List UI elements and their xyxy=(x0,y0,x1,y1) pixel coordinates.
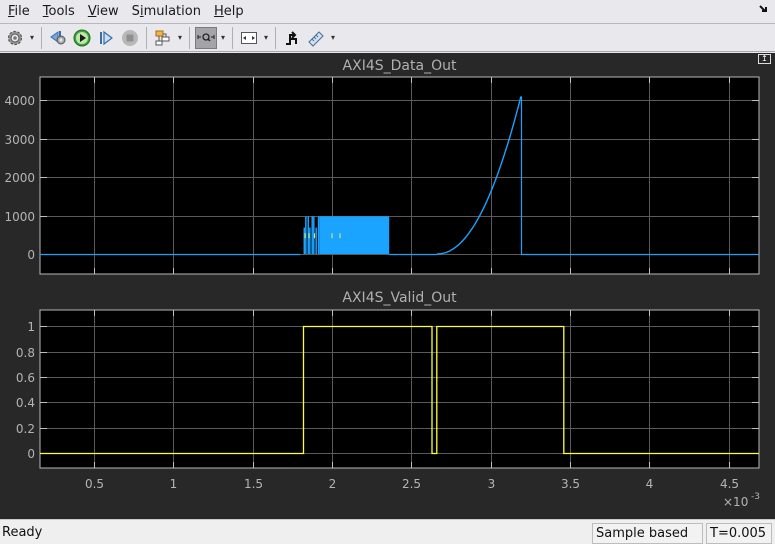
plot-title: AXI4S_Valid_Out xyxy=(342,290,457,306)
stop-icon xyxy=(122,29,138,46)
y-tick-label: 0.4 xyxy=(16,396,35,410)
y-tick-label: 0.6 xyxy=(16,371,35,385)
x-tick-label: 2.5 xyxy=(402,477,421,491)
menu-help[interactable]: Help xyxy=(213,4,245,19)
toolbar-separator xyxy=(146,26,147,49)
trigger-icon xyxy=(286,30,297,45)
block-highlight-icon xyxy=(155,30,170,45)
scope-display: ↥ AXI4S_Data_Out 0 1000 2000 3000 4000 AXI4S_V… xyxy=(0,53,775,519)
y-tick-label: 2000 xyxy=(4,171,35,185)
play-icon xyxy=(73,29,91,46)
y-tick-label: 0 xyxy=(27,248,35,262)
menu-view[interactable]: View xyxy=(87,4,120,19)
measurements-button[interactable] xyxy=(305,27,327,49)
step-back-button[interactable] xyxy=(47,27,69,49)
menu-tools[interactable]: Tools xyxy=(42,4,76,19)
step-forward-button[interactable] xyxy=(95,27,117,49)
stop-button[interactable] xyxy=(119,27,141,49)
x-tick-label: 3 xyxy=(488,477,496,491)
y-tick-label: 3000 xyxy=(4,133,35,147)
y-tick-label: 0.2 xyxy=(16,422,35,436)
menu-view-label: iew xyxy=(96,3,119,19)
zoom-icon xyxy=(197,32,215,42)
toolbar: ▾ ▾ ▾ ▾ ▾ xyxy=(0,23,775,52)
undock-arrow-icon[interactable] xyxy=(759,5,769,18)
x-exponent-power: -3 xyxy=(751,492,760,502)
plot-area xyxy=(39,76,760,275)
menu-help-mnemonic: H xyxy=(213,3,224,19)
data-burst-block xyxy=(319,216,390,254)
status-text: Ready xyxy=(2,525,43,540)
autoscale-button[interactable] xyxy=(238,27,260,49)
triggers-button[interactable] xyxy=(281,27,303,49)
menu-simulation[interactable]: Simulation xyxy=(131,4,202,19)
zoom-dropdown[interactable]: ▾ xyxy=(218,33,228,42)
gear-icon xyxy=(7,30,23,45)
status-bar: Ready Sample based T=0.005 xyxy=(0,519,775,544)
x-tick-label: 1.5 xyxy=(244,477,263,491)
toolbar-separator xyxy=(275,26,276,49)
x-tick-label: 0.5 xyxy=(85,477,104,491)
scope-plots: AXI4S_Data_Out 0 1000 2000 3000 4000 AXI4S_Val… xyxy=(4,58,760,509)
x-tick-label: 1 xyxy=(170,477,178,491)
toolbar-separator xyxy=(232,26,233,49)
autoscale-icon xyxy=(241,31,257,44)
x-exponent-label: ×10 xyxy=(723,495,748,509)
y-tick-label: 0.8 xyxy=(16,346,35,360)
ruler-icon xyxy=(308,30,324,47)
x-tick-label: 2 xyxy=(329,477,337,491)
y-tick-label: 4000 xyxy=(4,94,35,108)
axes-data-out: AXI4S_Data_Out 0 1000 2000 3000 4000 xyxy=(4,58,760,275)
y-tick-label: 1 xyxy=(27,320,35,334)
configuration-dropdown[interactable]: ▾ xyxy=(27,33,37,42)
menu-tools-label: ools xyxy=(48,3,75,19)
toolbar-separator xyxy=(41,26,42,49)
toolbar-separator xyxy=(189,26,190,49)
measurements-dropdown[interactable]: ▾ xyxy=(328,33,338,42)
zoom-button[interactable] xyxy=(195,26,217,49)
menu-simulation-prefix: S xyxy=(131,3,140,19)
axes-valid-out: AXI4S_Valid_Out 0.5 1 1.5 2 2.5 3 3.5 4 4.5 0 0.2 0.… xyxy=(16,290,760,509)
highlight-block-dropdown[interactable]: ▾ xyxy=(175,33,185,42)
autoscale-dropdown[interactable]: ▾ xyxy=(261,33,271,42)
run-button[interactable] xyxy=(71,27,93,49)
sample-mode-field: Sample based xyxy=(592,523,703,544)
plot-area xyxy=(39,309,760,469)
menu-file-label: ile xyxy=(14,3,30,19)
configuration-properties-button[interactable] xyxy=(4,27,26,49)
x-tick-label: 3.5 xyxy=(561,477,580,491)
step-back-icon xyxy=(50,30,66,44)
menu-help-label: elp xyxy=(223,3,244,19)
step-forward-icon xyxy=(100,30,113,45)
x-tick-label: 4.5 xyxy=(720,477,739,491)
simulation-time-field: T=0.005 xyxy=(706,523,772,544)
highlight-block-button[interactable] xyxy=(152,27,174,49)
menu-bar: File Tools View Simulation Help xyxy=(0,0,775,22)
menu-file[interactable]: File xyxy=(7,4,31,19)
menu-simulation-label: mulation xyxy=(143,3,201,19)
y-tick-label: 0 xyxy=(27,447,35,461)
y-tick-label: 1000 xyxy=(4,210,35,224)
plot-title: AXI4S_Data_Out xyxy=(343,58,457,74)
x-tick-label: 4 xyxy=(646,477,654,491)
